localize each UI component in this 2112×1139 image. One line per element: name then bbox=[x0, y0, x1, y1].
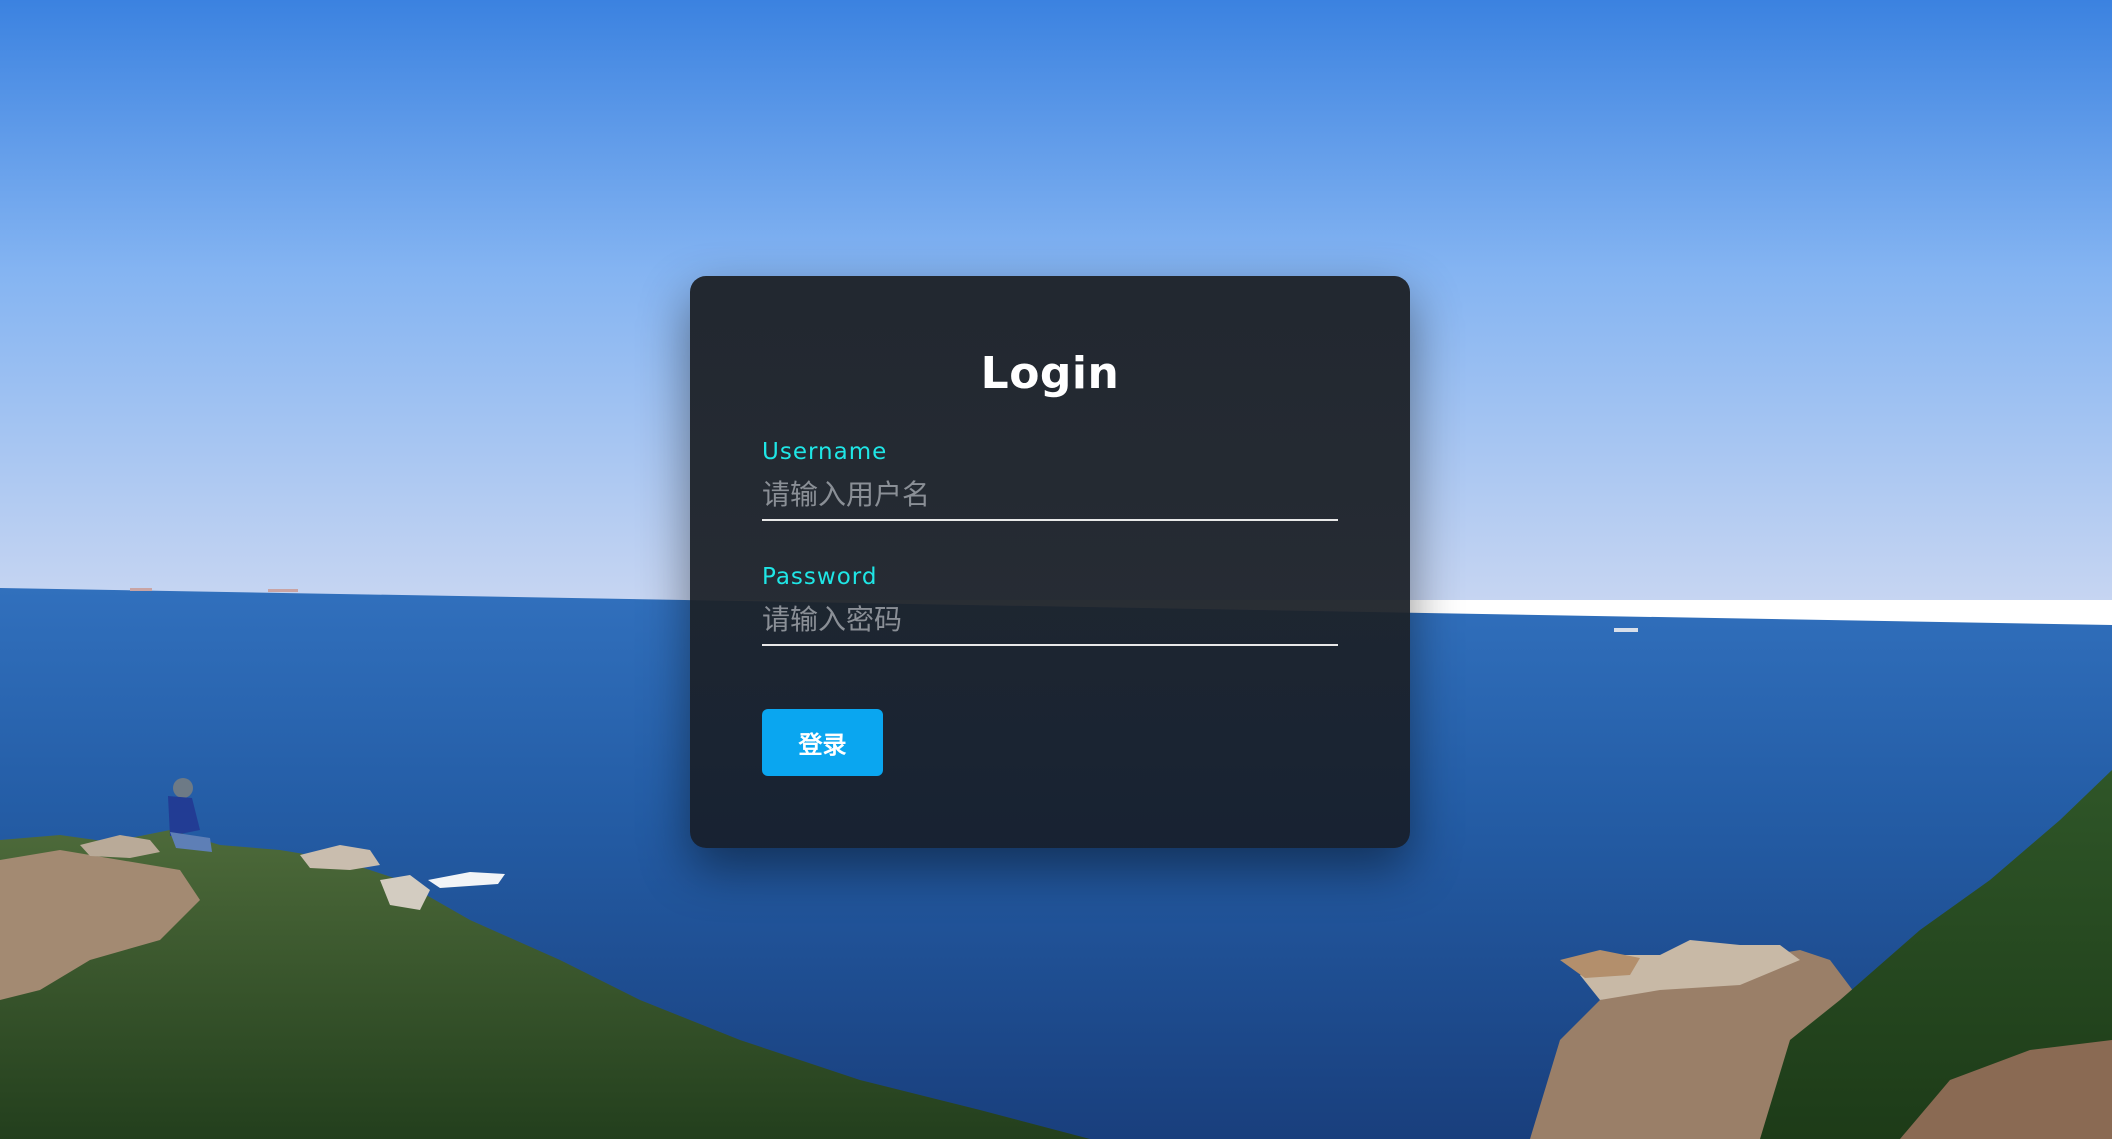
password-input[interactable] bbox=[762, 594, 1338, 646]
login-button[interactable]: 登录 bbox=[762, 709, 883, 776]
login-title: Login bbox=[980, 348, 1120, 399]
login-card: Login Username Password 登录 bbox=[690, 276, 1410, 848]
username-label: Username bbox=[762, 439, 888, 465]
password-label: Password bbox=[762, 564, 878, 590]
username-input[interactable] bbox=[762, 469, 1338, 521]
